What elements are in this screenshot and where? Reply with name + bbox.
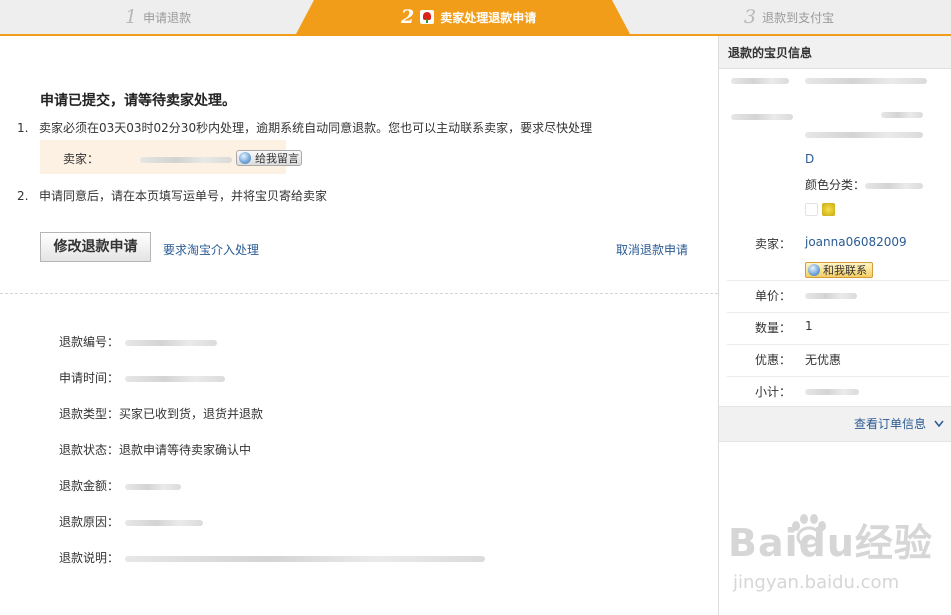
detail-refund-number: 退款编号： <box>59 333 218 350</box>
seller-name-link[interactable]: joanna06082009 <box>805 235 907 249</box>
item-title-line-2-redacted <box>881 112 923 118</box>
leave-message-button[interactable]: 给我留言 <box>236 150 302 166</box>
taobao-tmall-icon <box>420 10 435 24</box>
side-divider-2 <box>727 312 949 313</box>
instruction-text-1: 卖家必须在03天03时02分30秒内处理，逾期系统自动同意退款。您也可以主动联系… <box>39 121 593 135</box>
cancel-refund-link[interactable]: 取消退款申请 <box>616 241 688 258</box>
detail-refund-amount: 退款金额： <box>59 477 182 494</box>
instruction-text-2: 申请同意后，请在本页填写运单号，并将宝贝寄给卖家 <box>39 189 328 203</box>
subtotal-label: 小计： <box>755 385 792 399</box>
apply-time-redacted <box>125 375 226 382</box>
detail-refund-reason: 退款原因： <box>59 513 204 530</box>
tmall-badge-icon <box>805 203 818 216</box>
gold-badge-icon <box>822 203 835 216</box>
item-title-line-1-redacted <box>805 78 927 84</box>
detail-refund-type: 退款类型：买家已收到货，退货并退款 <box>59 407 264 421</box>
quantity-label: 数量： <box>755 321 792 335</box>
side-divider-4 <box>727 376 949 377</box>
baidu-watermark: Baidu经验 <box>728 521 933 565</box>
view-order-bar: 查看订单信息 <box>719 406 951 442</box>
price-label: 单价： <box>755 289 792 303</box>
refund-reason-redacted <box>125 519 204 526</box>
detail-refund-note: 退款说明： <box>59 549 486 566</box>
step-2-label: 卖家处理退款申请 <box>440 11 537 25</box>
instruction-item-1: 1. 卖家必须在03天03时02分30秒内处理，逾期系统自动同意退款。您也可以主动… <box>17 121 593 135</box>
step-2-number: 2 <box>401 6 415 28</box>
price-value-redacted <box>805 293 857 299</box>
step-2: 2 卖家处理退款申请 <box>401 0 536 34</box>
page-title: 申请已提交，请等待卖家处理。 <box>40 93 236 109</box>
sidebar-header: 退款的宝贝信息 <box>719 36 951 69</box>
step-progress-bar: 1 申请退款 2 卖家处理退款申请 3 退款到支付宝 <box>0 0 951 36</box>
item-thumbnail-line-2-redacted <box>731 114 793 120</box>
subtotal-value-redacted <box>805 389 859 395</box>
discount-value: 无优惠 <box>805 353 842 367</box>
chevron-down-icon <box>934 417 944 431</box>
modify-refund-button[interactable]: 修改退款申请 <box>40 232 151 262</box>
side-seller-label: 卖家： <box>755 237 792 251</box>
section-divider <box>0 293 718 294</box>
color-value-redacted <box>865 182 924 189</box>
contact-seller-button[interactable]: 和我联系 <box>805 262 873 278</box>
request-taobao-intervene-link[interactable]: 要求淘宝介入处理 <box>163 241 259 258</box>
baidu-watermark-url: jingyan.baidu.com <box>733 572 900 593</box>
seller-name-redacted <box>140 157 232 163</box>
sidebar-title: 退款的宝贝信息 <box>728 46 813 60</box>
item-title-line-3-redacted <box>805 132 923 138</box>
color-category: 颜色分类： <box>805 176 924 193</box>
seller-label: 卖家： <box>63 152 100 166</box>
step-3-number: 3 <box>744 6 757 28</box>
seller-contact-box: 卖家： 给我留言 <box>40 140 302 174</box>
step-3: 3 退款到支付宝 <box>744 0 834 34</box>
side-divider-3 <box>727 344 949 345</box>
refund-main-panel: 申请已提交，请等待卖家处理。 1. 卖家必须在03天03时02分30秒内处理，逾期… <box>0 36 718 615</box>
refund-note-redacted <box>125 555 486 562</box>
side-divider-1 <box>727 280 949 281</box>
view-order-link[interactable]: 查看订单信息 <box>854 415 944 432</box>
instruction-item-2: 2. 申请同意后，请在本页填写运单号，并将宝贝寄给卖家 <box>17 189 328 203</box>
refund-number-redacted <box>125 339 218 346</box>
item-thumbnail-redacted <box>731 78 789 84</box>
detail-refund-status: 退款状态：退款申请等待卖家确认中 <box>59 443 252 457</box>
step-3-label: 退款到支付宝 <box>762 11 835 25</box>
discount-label: 优惠： <box>755 353 792 367</box>
item-code-tail[interactable]: D <box>805 152 814 166</box>
detail-apply-time: 申请时间： <box>59 369 226 386</box>
quantity-value: 1 <box>805 319 813 333</box>
item-badges <box>805 202 839 216</box>
refund-amount-redacted <box>125 483 182 490</box>
